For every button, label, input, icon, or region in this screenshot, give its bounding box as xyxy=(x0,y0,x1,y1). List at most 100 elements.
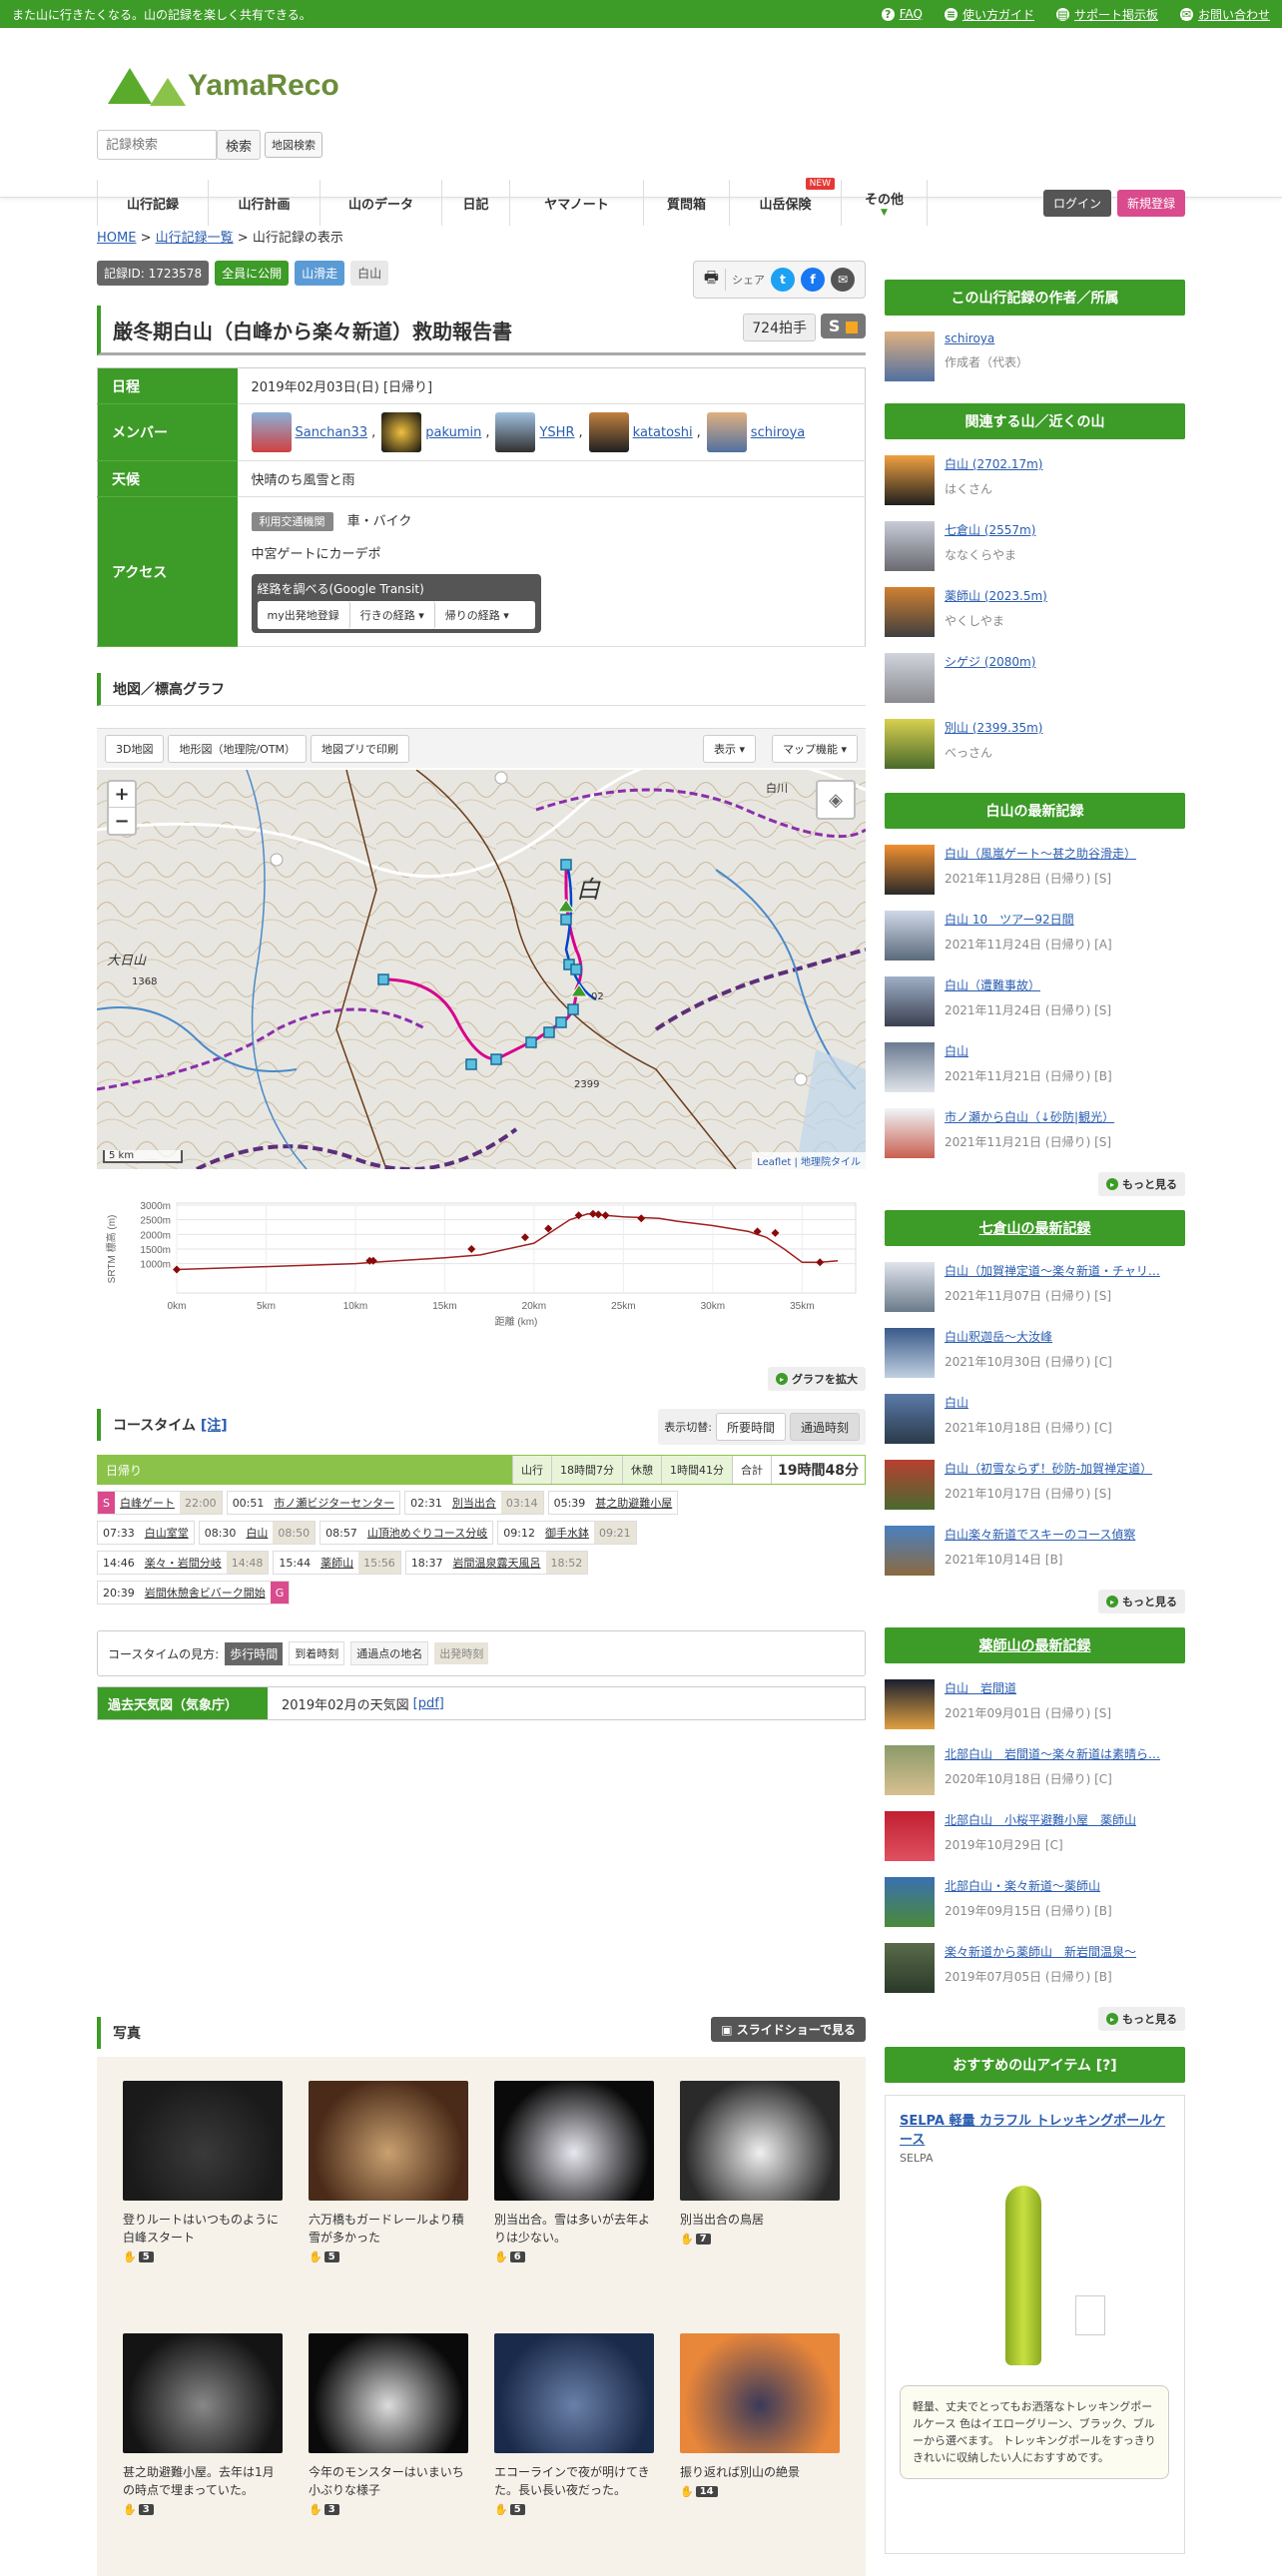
search-input[interactable] xyxy=(97,130,217,160)
search-button[interactable]: 検索 xyxy=(217,130,262,160)
contact-link[interactable]: ✉ お問い合わせ xyxy=(1179,6,1270,23)
course-note-link[interactable]: [注] xyxy=(201,1418,228,1434)
breadcrumb-home[interactable]: HOME xyxy=(97,231,136,246)
register-button[interactable]: 新規登録 xyxy=(1116,190,1185,217)
course-point[interactable]: 00:51 市ノ瀬ビジターセンター xyxy=(226,1491,401,1515)
map-search-button[interactable]: 地図検索 xyxy=(265,132,323,158)
hakusan-item[interactable]: 白山 10 ツアー92日間 2021年11月24日 (日帰り) [A] xyxy=(885,911,1185,961)
item-link[interactable]: 薬師山 (2023.5m) xyxy=(945,587,1184,604)
my-origin-button[interactable]: my出発地登録 xyxy=(257,601,350,629)
zoom-out-button[interactable]: − xyxy=(109,808,135,834)
mountain-item[interactable]: 別山 (2399.35m) べっさん xyxy=(885,719,1185,769)
photo-card[interactable]: 別当出合の鳥居 ✋ 7 xyxy=(680,2081,840,2323)
print-map-button[interactable]: 地図プリで印刷 xyxy=(311,734,410,763)
pass-time-toggle[interactable]: 通過時刻 xyxy=(789,1413,860,1441)
item-link[interactable]: 白山釈迦岳～大汝峰 xyxy=(945,1328,1184,1345)
area-tag[interactable]: 白山 xyxy=(350,261,389,286)
logo[interactable]: YamaReco xyxy=(108,68,339,106)
clap-badge[interactable]: ✋ 5 xyxy=(494,2503,525,2516)
clap-badge[interactable]: ✋ 5 xyxy=(123,2251,154,2263)
clap-badge[interactable]: ✋ 14 xyxy=(680,2485,718,2498)
photo-thumbnail[interactable] xyxy=(123,2333,283,2453)
zoom-in-button[interactable]: + xyxy=(109,782,135,808)
item-link[interactable]: 七倉山 (2557m) xyxy=(945,521,1184,538)
course-point[interactable]: 18:37 岩間温泉露天風呂 18:52 xyxy=(404,1551,589,1575)
display-dropdown[interactable]: 表示 ▾ xyxy=(702,734,756,763)
more-button[interactable]: ▸ もっと見る xyxy=(1098,1172,1185,1196)
item-link[interactable]: 白山 xyxy=(945,1394,1184,1411)
photo-card[interactable]: 今年のモンスターはいまいち小ぶりな様子 ✋ 3 xyxy=(309,2333,468,2576)
more-button[interactable]: ▸ もっと見る xyxy=(1098,1590,1185,1613)
member[interactable]: katatoshi, xyxy=(588,412,701,452)
photo-thumbnail[interactable] xyxy=(680,2081,840,2201)
photo-thumbnail[interactable] xyxy=(309,2333,468,2453)
clap-badge[interactable]: ✋ 7 xyxy=(680,2233,711,2246)
nanakura-item[interactable]: 白山 2021年10月18日 (日帰り) [C] xyxy=(885,1394,1185,1444)
item-link[interactable]: 白山（初雪ならず！砂防-加賀禅定道） xyxy=(945,1460,1184,1477)
nanakura-item[interactable]: 白山楽々新道でスキーのコース偵察 2021年10月14日 [B] xyxy=(885,1526,1185,1576)
outbound-route-button[interactable]: 行きの経路 ▾ xyxy=(349,601,435,629)
nanakura-item[interactable]: 白山（加賀禅定道～楽々新道・チャリ… 2021年11月07日 (日帰り) [S] xyxy=(885,1262,1185,1312)
item-link[interactable]: 白山楽々新道でスキーのコース偵察 xyxy=(945,1526,1184,1543)
faq-link[interactable]: ? FAQ xyxy=(881,6,923,23)
map-function-dropdown[interactable]: マップ機能 ▾ xyxy=(771,734,858,763)
guide-link[interactable]: ≡ 使い方ガイド xyxy=(944,6,1034,23)
course-point[interactable]: 02:31 別当出合 03:14 xyxy=(404,1491,544,1515)
breadcrumb-list[interactable]: 山行記録一覧 xyxy=(156,231,234,246)
nanakura-item[interactable]: 白山釈迦岳～大汝峰 2021年10月30日 (日帰り) [C] xyxy=(885,1328,1185,1378)
item-name[interactable]: SELPA 軽量 カラフル トレッキングポールケース xyxy=(900,2110,1170,2148)
yakushi-item[interactable]: 楽々新道から薬師山 新岩間温泉～ 2019年07月05日 (日帰り) [B] xyxy=(885,1943,1185,1993)
yakushi-item[interactable]: 北部白山 小桜平避難小屋 薬師山 2019年10月29日 [C] xyxy=(885,1811,1185,1861)
photo-card[interactable]: 登りルートはいつものように白峰スタート ✋ 5 xyxy=(123,2081,283,2323)
course-point[interactable]: 08:30 白山 08:50 xyxy=(198,1521,317,1545)
author-item[interactable]: schiroya 作成者（代表） xyxy=(885,331,1185,381)
more-button[interactable]: ▸ もっと見る xyxy=(1098,2007,1185,2031)
photo-card[interactable]: 別当出合。雪は多いが去年よりは少ない。 ✋ 6 xyxy=(494,2081,654,2323)
photo-thumbnail[interactable] xyxy=(494,2081,654,2201)
member[interactable]: Sanchan33, xyxy=(251,412,375,452)
photo-card[interactable]: 甚之助避難小屋。去年は1月の時点で埋まっていた。 ✋ 3 xyxy=(123,2333,283,2576)
item-card[interactable]: SELPA 軽量 カラフル トレッキングポールケース SELPA 軽量、丈夫でと… xyxy=(885,2095,1185,2554)
course-point[interactable]: 20:39 岩間休憩舎ビバーク開始 G xyxy=(97,1581,291,1605)
photo-card[interactable]: 六万橋もガードレールより積雪が多かった ✋ 5 xyxy=(309,2081,468,2323)
route-map[interactable]: 白川 白 大日山 1368 2399 02 + − ◈ 5 km Leaflet… xyxy=(97,770,866,1169)
mountain-item[interactable]: 薬師山 (2023.5m) やくしやま xyxy=(885,587,1185,637)
clap-badge[interactable]: ✋ 5 xyxy=(309,2251,339,2263)
weather-pdf-link[interactable]: [pdf] xyxy=(413,1696,444,1711)
item-link[interactable]: 白山（加賀禅定道～楽々新道・チャリ… xyxy=(945,1262,1184,1279)
login-button[interactable]: ログイン xyxy=(1042,190,1111,217)
course-point[interactable]: 14:46 楽々・岩間分岐 14:48 xyxy=(97,1551,270,1575)
hakusan-item[interactable]: 市ノ瀬から白山（↓砂防|観光） 2021年11月21日 (日帰り) [S] xyxy=(885,1108,1185,1158)
course-point[interactable]: 07:33 白山室堂 xyxy=(97,1521,195,1545)
yakushi-item[interactable]: 北部白山 岩間道～楽々新道は素晴ら… 2020年10月18日 (日帰り) [C] xyxy=(885,1745,1185,1795)
photo-thumbnail[interactable] xyxy=(123,2081,283,2201)
hakusan-item[interactable]: 白山（風嵐ゲート～甚之助谷滑走） 2021年11月28日 (日帰り) [S] xyxy=(885,845,1185,895)
layers-icon[interactable]: ◈ xyxy=(816,780,856,820)
member[interactable]: pakumin, xyxy=(381,412,489,452)
ski-tag[interactable]: 山滑走 xyxy=(295,261,345,286)
clap-badge[interactable]: ✋ 3 xyxy=(309,2503,339,2516)
mountain-item[interactable]: 白山 (2702.17m) はくさん xyxy=(885,455,1185,505)
slideshow-button[interactable]: ▣ スライドショーで見る xyxy=(711,2017,866,2042)
item-link[interactable]: 白山（遭難事故） xyxy=(945,976,1184,993)
clap-count[interactable]: 724拍手 xyxy=(743,314,816,341)
course-point[interactable]: 09:12 御手水鉢 09:21 xyxy=(497,1521,637,1545)
3d-map-button[interactable]: 3D地図 xyxy=(105,734,165,763)
yakushi-item[interactable]: 北部白山・楽々新道～薬師山 2019年09月15日 (日帰り) [B] xyxy=(885,1877,1185,1927)
item-link[interactable]: 白山 xyxy=(945,1042,1184,1059)
item-link[interactable]: 白山 (2702.17m) xyxy=(945,455,1184,472)
item-link[interactable]: 北部白山 小桜平避難小屋 薬師山 xyxy=(945,1811,1184,1828)
course-point[interactable]: S 白峰ゲート 22:00 xyxy=(97,1491,223,1515)
mountain-item[interactable]: シゲジ (2080m) xyxy=(885,653,1185,703)
twitter-icon[interactable]: t xyxy=(771,268,795,292)
item-link[interactable]: 北部白山 岩間道～楽々新道は素晴ら… xyxy=(945,1745,1184,1762)
nanakura-header[interactable]: 七倉山の最新記録 xyxy=(885,1210,1185,1246)
photo-card[interactable]: 振り返れば別山の絶景 ✋ 14 xyxy=(680,2333,840,2576)
item-link[interactable]: 白山 岩間道 xyxy=(945,1679,1184,1696)
item-link[interactable]: 別山 (2399.35m) xyxy=(945,719,1184,736)
duration-toggle[interactable]: 所要時間 xyxy=(715,1413,786,1441)
member[interactable]: schiroya xyxy=(706,412,805,452)
map-attribution[interactable]: Leaflet | 地理院タイル xyxy=(752,1152,866,1169)
topo-map-button[interactable]: 地形図（地理院/OTM） xyxy=(168,734,308,763)
item-link[interactable]: シゲジ (2080m) xyxy=(945,653,1184,670)
